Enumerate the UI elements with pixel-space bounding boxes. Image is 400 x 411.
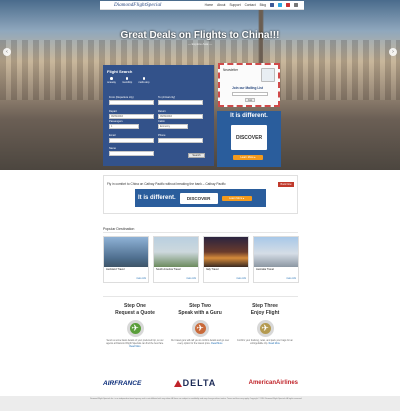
destination-card[interactable]: Italy Travel more info — [203, 236, 249, 283]
divider — [103, 296, 298, 297]
hero-subtitle: — Explore Asia — — [187, 42, 213, 46]
airfrance-logo: AIRFRANCE — [103, 379, 142, 387]
site-logo[interactable]: DiamondFlightSpecial — [114, 3, 162, 8]
twitter-icon[interactable] — [278, 3, 282, 7]
divider — [103, 232, 298, 233]
email-input[interactable] — [109, 138, 154, 143]
trip-oneway-radio[interactable]: oneway — [107, 77, 116, 84]
to-input[interactable] — [158, 100, 203, 105]
slider-prev-icon[interactable]: ‹ — [3, 48, 11, 56]
more-info-link[interactable]: more info — [136, 278, 146, 280]
depart-label: Depart — [109, 110, 117, 113]
name-input[interactable] — [109, 151, 154, 156]
ad-headline: It is different. — [230, 113, 268, 119]
american-airlines-logo: AmericanAirlines — [248, 380, 298, 386]
trip-multistop-radio[interactable]: multi-stop — [138, 77, 149, 84]
depart-input[interactable]: 06/09/2016 — [109, 114, 154, 119]
more-info-link[interactable]: more info — [186, 278, 196, 280]
delta-triangle-icon — [173, 379, 182, 387]
newsletter-box: Newsletter Join our Mailing List Join — [218, 63, 280, 107]
discover-banner-ad[interactable]: It is different. DISCOVER Learn More ▸ — [135, 189, 266, 207]
destination-image — [254, 237, 298, 267]
nav-contact[interactable]: Contact — [245, 3, 256, 7]
airplane-icon: ✈ — [256, 320, 274, 337]
delta-logo: DELTA — [173, 378, 217, 388]
promo-bar: Fly in comfort to China on Cathay Pacifi… — [103, 175, 298, 214]
to-label: To (Arrival city) — [158, 96, 176, 99]
step-description: Confirm your booking, relax, and pack yo… — [237, 340, 293, 345]
step-card: Step One Request a Quote ✈ Send us some … — [105, 303, 165, 349]
return-label: Return — [158, 110, 166, 113]
email-label: Email — [109, 134, 116, 137]
cabin-label: Cabin — [158, 120, 165, 123]
phone-label: Phone — [158, 134, 166, 137]
destination-image — [104, 237, 148, 267]
search-button[interactable]: Search — [188, 153, 205, 158]
passengers-label: Passengers — [109, 120, 123, 123]
destination-card[interactable]: Australia Travel more info — [253, 236, 299, 283]
nav-about[interactable]: About — [217, 3, 225, 7]
return-input[interactable]: 06/09/2016 — [158, 114, 203, 119]
destination-card[interactable]: South America Travel more info — [153, 236, 199, 283]
hero-title: Great Deals on Flights to China!!! — [120, 30, 280, 41]
read-more-link[interactable]: Read More — [129, 346, 140, 348]
nav-home[interactable]: Home — [205, 3, 214, 7]
newsletter-email-input[interactable] — [232, 92, 268, 96]
step-description: Send us some basic details of your prefe… — [106, 340, 164, 345]
facebook-icon[interactable] — [270, 3, 274, 7]
stamp-icon — [261, 68, 275, 82]
destination-name: South America Travel — [156, 268, 181, 271]
destination-name: Australia Travel — [256, 268, 274, 271]
airplane-icon: ✈ — [191, 320, 209, 337]
ad-cta-button[interactable]: Learn More ▸ — [233, 155, 263, 160]
step-card: Step Two Speak with a Guru ✈ Our travel … — [170, 303, 230, 346]
search-icon[interactable] — [294, 3, 298, 7]
more-info-link[interactable]: more info — [286, 278, 296, 280]
destination-name: Italy Travel — [206, 268, 219, 271]
from-input[interactable] — [109, 100, 154, 105]
flight-search-title: Flight Search — [107, 69, 133, 74]
destination-image — [204, 237, 248, 267]
destination-image — [154, 237, 198, 267]
airplane-icon: ✈ — [126, 320, 144, 337]
popular-title: Popular Destination — [103, 227, 135, 231]
step-subtitle: Request a Quote — [115, 309, 155, 316]
banner-cta-button[interactable]: Learn More ▸ — [221, 195, 252, 201]
phone-input[interactable] — [158, 138, 203, 143]
discover-card-icon: DISCOVER — [231, 125, 267, 150]
newsletter-join-label: Join our Mailing List — [232, 86, 263, 90]
cabin-select[interactable]: Economy — [158, 124, 188, 129]
step-card: Step Three Enjoy Flight ✈ Confirm your b… — [235, 303, 295, 346]
destination-card[interactable]: Auckland Travel more info — [103, 236, 149, 283]
book-now-button[interactable]: Book Now — [278, 182, 294, 187]
discover-ad[interactable]: It is different. DISCOVER Learn More ▸ — [217, 111, 281, 167]
flight-search-panel: Flight Search oneway roundtrip multi-sto… — [103, 65, 214, 166]
passengers-select[interactable]: 1 — [109, 124, 139, 129]
more-info-link[interactable]: more info — [236, 278, 246, 280]
destination-name: Auckland Travel — [106, 268, 125, 271]
nav-support[interactable]: Support — [229, 3, 240, 7]
read-more-link[interactable]: Read More — [269, 343, 280, 345]
trip-roundtrip-radio[interactable]: roundtrip — [122, 77, 132, 84]
banner-headline: It is different. — [138, 195, 176, 201]
read-more-link[interactable]: Read More — [211, 343, 222, 345]
newsletter-join-button[interactable]: Join — [245, 98, 255, 102]
top-navigation: DiamondFlightSpecial Home About Support … — [100, 1, 304, 10]
slider-next-icon[interactable]: › — [389, 48, 397, 56]
banner-discover-card: DISCOVER — [179, 192, 218, 204]
step-subtitle: Speak with a Guru — [178, 309, 222, 316]
airline-logos: AIRFRANCE DELTA AmericanAirlines — [103, 376, 298, 390]
promo-message: Fly in comfort to China on Cathay Pacifi… — [107, 182, 226, 186]
name-label: Name — [109, 147, 116, 150]
from-label: From (Departure city) — [109, 96, 134, 99]
step-subtitle: Enjoy Flight — [250, 309, 280, 316]
google-plus-icon[interactable] — [286, 3, 290, 7]
footer-text: Diamond Flight Specials Inc. is an indep… — [0, 396, 400, 411]
nav-blog[interactable]: Blog — [260, 3, 266, 7]
